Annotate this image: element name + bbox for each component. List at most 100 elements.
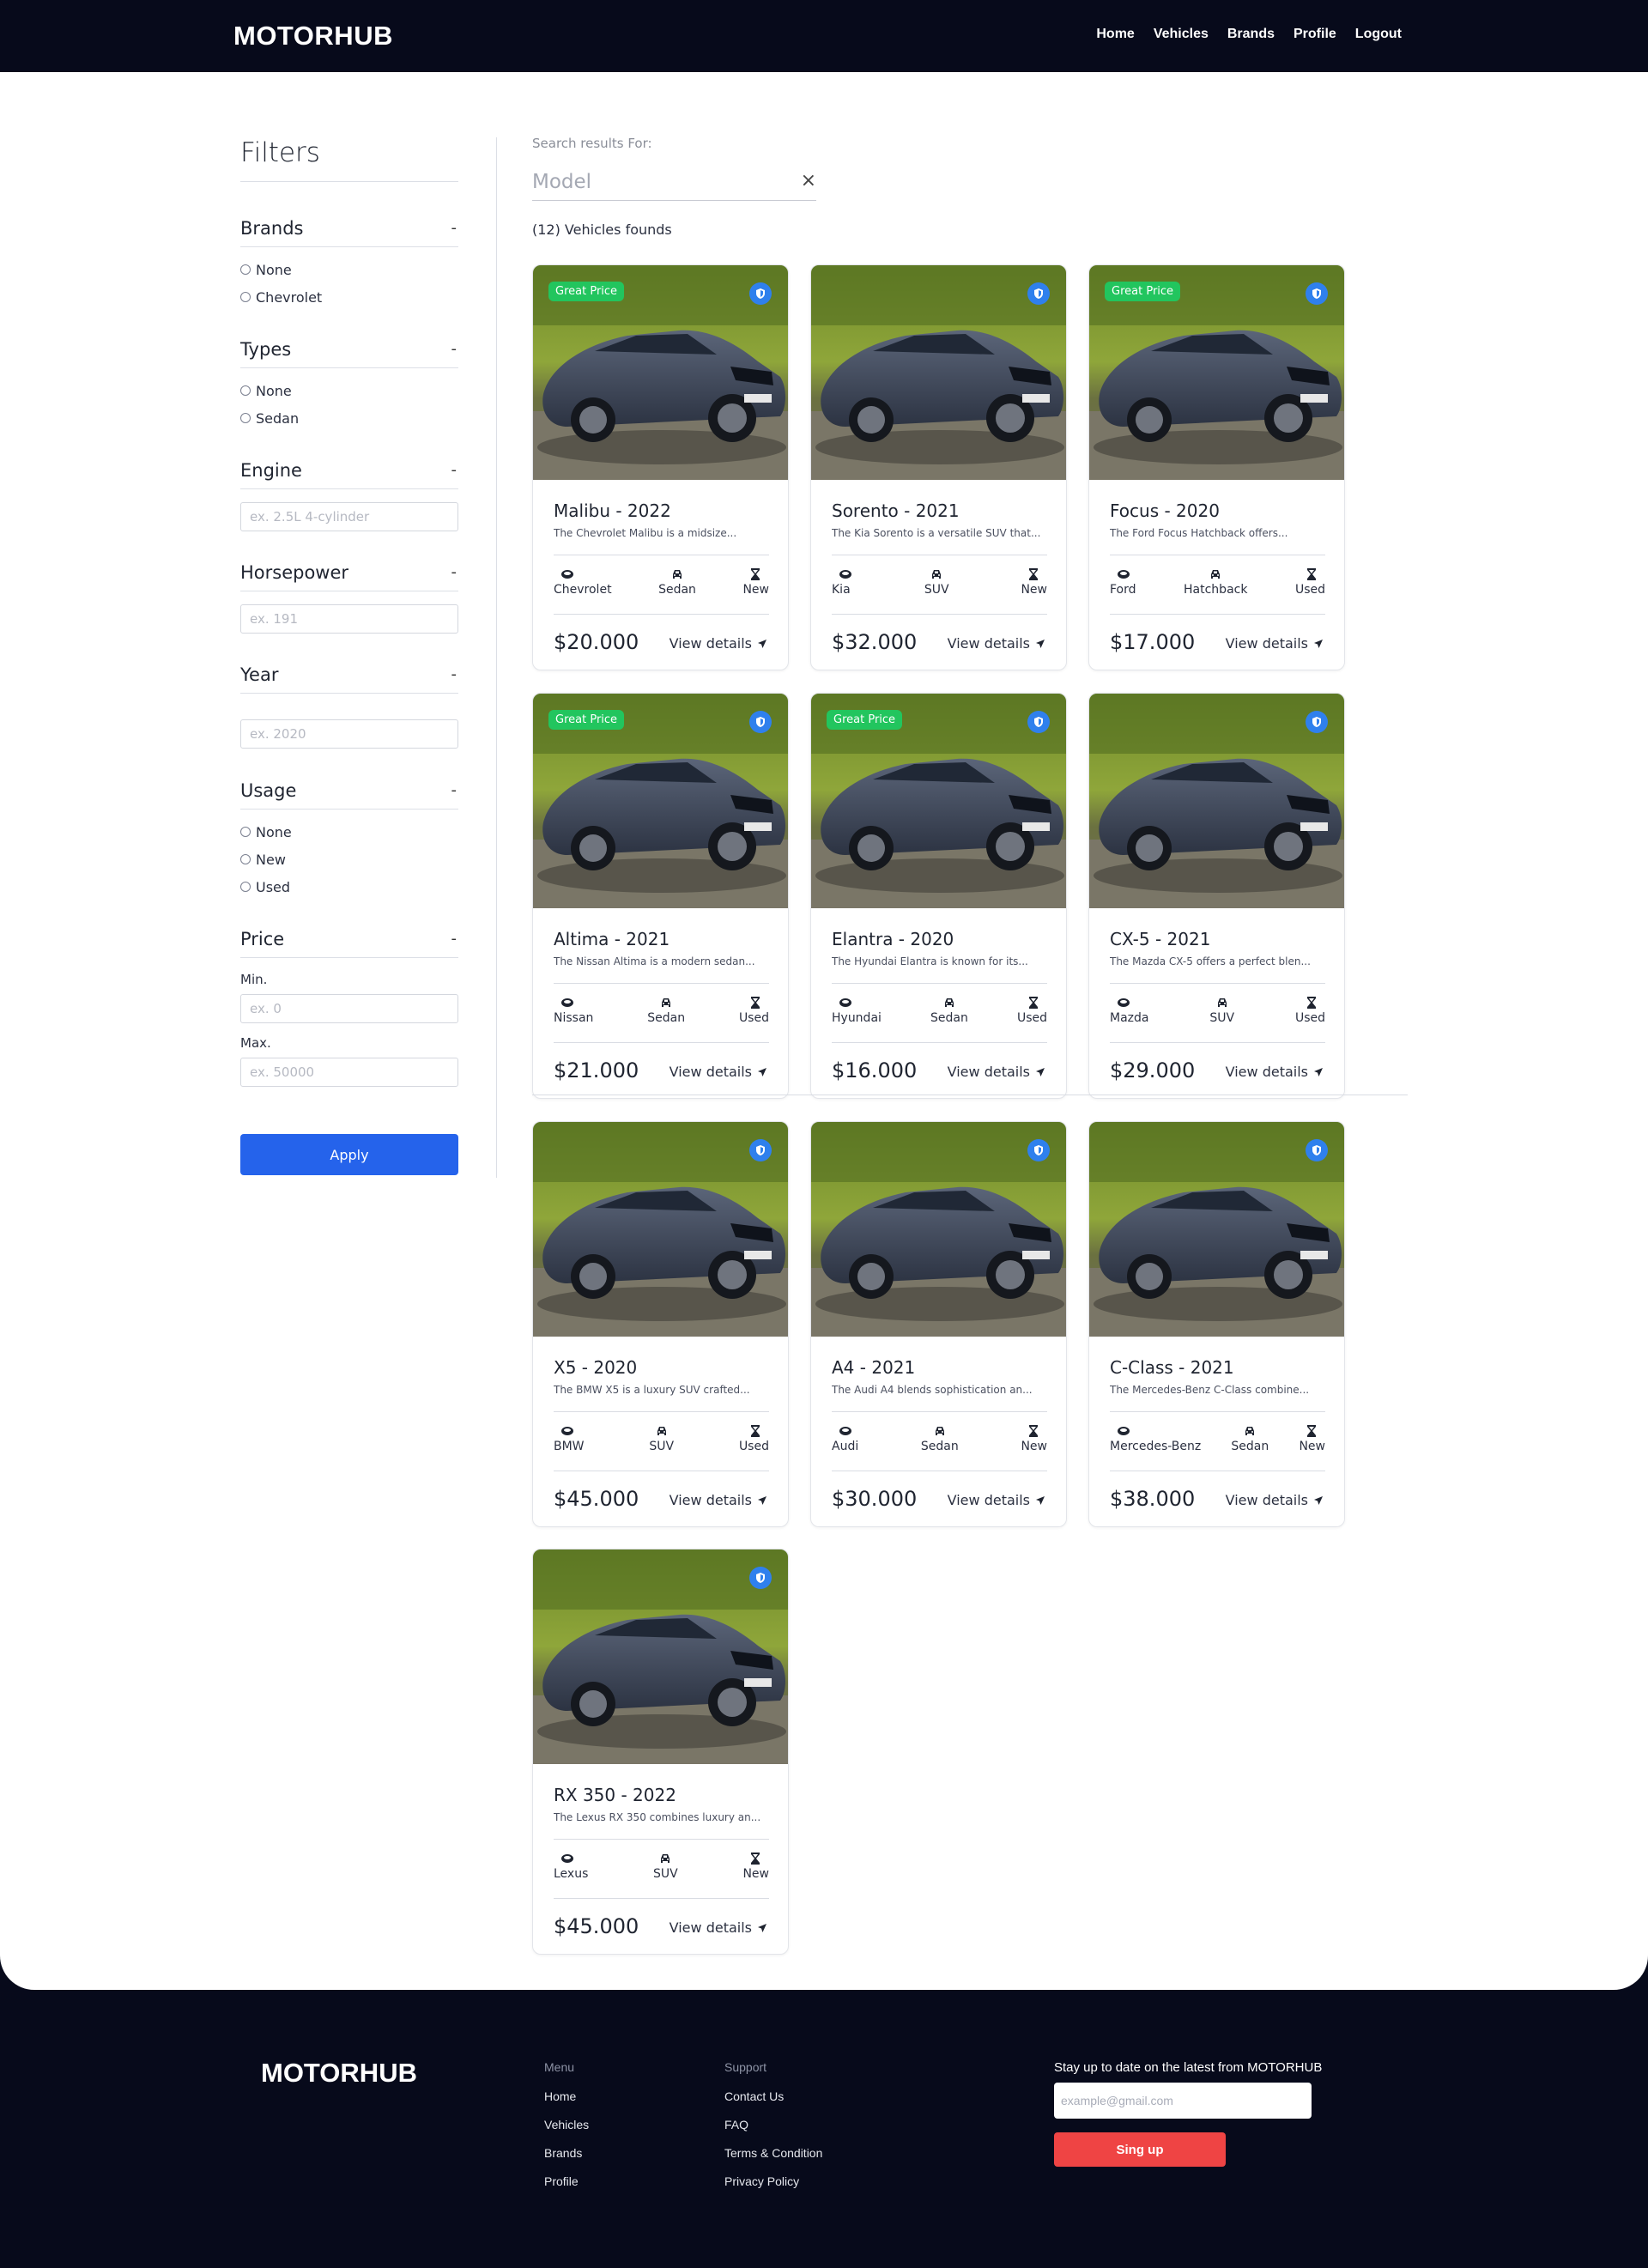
filter-brands-header[interactable]: Brands -	[240, 215, 458, 247]
signup-button[interactable]: Sing up	[1054, 2132, 1226, 2167]
footer-privacy-link[interactable]: Privacy Policy	[724, 2174, 822, 2188]
footer-terms-link[interactable]: Terms & Condition	[724, 2146, 822, 2160]
vehicle-card[interactable]: C-Class - 2021 The Mercedes-Benz C-Class…	[1088, 1121, 1345, 1527]
footer-contact-link[interactable]: Contact Us	[724, 2089, 822, 2103]
collapse-icon[interactable]: -	[451, 930, 459, 948]
usage-option-new[interactable]: New	[240, 846, 458, 873]
card-image[interactable]	[811, 1122, 1066, 1337]
verified-badge[interactable]	[749, 282, 772, 305]
card-title[interactable]: X5 - 2020	[554, 1357, 637, 1378]
clear-icon[interactable]: ×	[801, 170, 816, 191]
view-details-link[interactable]: View details	[670, 1919, 767, 1936]
card-title[interactable]: CX-5 - 2021	[1110, 929, 1210, 949]
card-image[interactable]: Great Price	[533, 265, 788, 480]
collapse-icon[interactable]: -	[451, 461, 459, 479]
card-image[interactable]	[533, 1122, 788, 1337]
radio-button[interactable]	[240, 882, 251, 892]
vehicle-card[interactable]: Great Price Focus - 2020 The Ford Focus …	[1088, 264, 1345, 670]
verified-badge[interactable]	[1306, 1139, 1328, 1161]
nav-home-link[interactable]: Home	[1096, 27, 1134, 42]
view-details-link[interactable]: View details	[1226, 1492, 1324, 1508]
radio-button[interactable]	[240, 413, 251, 423]
card-title[interactable]: C-Class - 2021	[1110, 1357, 1234, 1378]
year-input[interactable]	[240, 719, 458, 749]
view-details-link[interactable]: View details	[670, 635, 767, 652]
view-details-link[interactable]: View details	[670, 1064, 767, 1080]
brand-logo[interactable]: MOTORHUB	[233, 21, 393, 52]
price-min-input[interactable]	[240, 994, 458, 1023]
verified-badge[interactable]	[1027, 282, 1050, 305]
price-max-input[interactable]	[240, 1058, 458, 1087]
filter-horsepower-header[interactable]: Horsepower -	[240, 559, 458, 591]
view-details-link[interactable]: View details	[948, 1492, 1045, 1508]
vehicle-card[interactable]: X5 - 2020 The BMW X5 is a luxury SUV cra…	[532, 1121, 789, 1527]
card-image[interactable]	[1089, 694, 1344, 908]
collapse-icon[interactable]: -	[451, 340, 459, 358]
vehicle-card[interactable]: Great Price Elantra - 2020 The Hyundai E…	[810, 693, 1067, 1099]
usage-option-used[interactable]: Used	[240, 873, 458, 901]
model-search-input[interactable]	[532, 165, 790, 199]
filter-engine-header[interactable]: Engine -	[240, 457, 458, 489]
vehicle-card[interactable]: Great Price Malibu - 2022 The Chevrolet …	[532, 264, 789, 670]
type-option-none[interactable]: None	[240, 377, 458, 404]
vehicle-card[interactable]: Great Price Altima - 2021 The Nissan Alt…	[532, 693, 789, 1099]
verified-badge[interactable]	[749, 1139, 772, 1161]
verified-badge[interactable]	[1027, 711, 1050, 733]
footer-home-link[interactable]: Home	[544, 2089, 589, 2103]
vehicle-card[interactable]: Sorento - 2021 The Kia Sorento is a vers…	[810, 264, 1067, 670]
card-title[interactable]: Malibu - 2022	[554, 500, 671, 521]
filter-year-header[interactable]: Year -	[240, 661, 458, 694]
footer-logo[interactable]: MOTORHUB	[261, 2058, 417, 2089]
radio-button[interactable]	[240, 292, 251, 302]
view-details-link[interactable]: View details	[948, 1064, 1045, 1080]
card-image[interactable]	[811, 265, 1066, 480]
engine-input[interactable]	[240, 502, 458, 531]
radio-button[interactable]	[240, 264, 251, 275]
filter-usage-header[interactable]: Usage -	[240, 777, 458, 810]
type-option-sedan[interactable]: Sedan	[240, 404, 458, 432]
nav-brands-link[interactable]: Brands	[1227, 27, 1275, 42]
collapse-icon[interactable]: -	[451, 665, 459, 683]
card-title[interactable]: A4 - 2021	[832, 1357, 915, 1378]
collapse-icon[interactable]: -	[451, 781, 459, 799]
card-image[interactable]: Great Price	[533, 694, 788, 908]
apply-button[interactable]: Apply	[240, 1134, 458, 1175]
usage-option-none[interactable]: None	[240, 818, 458, 846]
brand-option-none[interactable]: None	[240, 256, 458, 283]
nav-vehicles-link[interactable]: Vehicles	[1154, 27, 1209, 42]
view-details-link[interactable]: View details	[1226, 1064, 1324, 1080]
collapse-icon[interactable]: -	[451, 563, 459, 581]
radio-button[interactable]	[240, 827, 251, 837]
radio-button[interactable]	[240, 385, 251, 396]
footer-vehicles-link[interactable]: Vehicles	[544, 2118, 589, 2132]
horsepower-input[interactable]	[240, 604, 458, 634]
collapse-icon[interactable]: -	[451, 219, 459, 237]
filter-types-header[interactable]: Types -	[240, 336, 458, 368]
vehicle-card[interactable]: RX 350 - 2022 The Lexus RX 350 combines …	[532, 1549, 789, 1955]
card-title[interactable]: Sorento - 2021	[832, 500, 960, 521]
vehicle-card[interactable]: A4 - 2021 The Audi A4 blends sophisticat…	[810, 1121, 1067, 1527]
brand-option-chevrolet[interactable]: Chevrolet	[240, 283, 458, 311]
card-title[interactable]: Focus - 2020	[1110, 500, 1220, 521]
view-details-link[interactable]: View details	[1226, 635, 1324, 652]
verified-badge[interactable]	[749, 711, 772, 733]
nav-profile-link[interactable]: Profile	[1294, 27, 1336, 42]
filter-price-header[interactable]: Price -	[240, 925, 458, 958]
card-title[interactable]: RX 350 - 2022	[554, 1785, 676, 1805]
card-image[interactable]	[533, 1549, 788, 1764]
card-title[interactable]: Elantra - 2020	[832, 929, 954, 949]
footer-profile-link[interactable]: Profile	[544, 2174, 589, 2188]
card-image[interactable]: Great Price	[811, 694, 1066, 908]
newsletter-email-input[interactable]	[1054, 2083, 1312, 2119]
view-details-link[interactable]: View details	[948, 635, 1045, 652]
card-title[interactable]: Altima - 2021	[554, 929, 670, 949]
verified-badge[interactable]	[749, 1567, 772, 1589]
radio-button[interactable]	[240, 854, 251, 864]
verified-badge[interactable]	[1306, 711, 1328, 733]
view-details-link[interactable]: View details	[670, 1492, 767, 1508]
vehicle-card[interactable]: CX-5 - 2021 The Mazda CX-5 offers a perf…	[1088, 693, 1345, 1099]
footer-faq-link[interactable]: FAQ	[724, 2118, 822, 2132]
verified-badge[interactable]	[1306, 282, 1328, 305]
footer-brands-link[interactable]: Brands	[544, 2146, 589, 2160]
card-image[interactable]	[1089, 1122, 1344, 1337]
